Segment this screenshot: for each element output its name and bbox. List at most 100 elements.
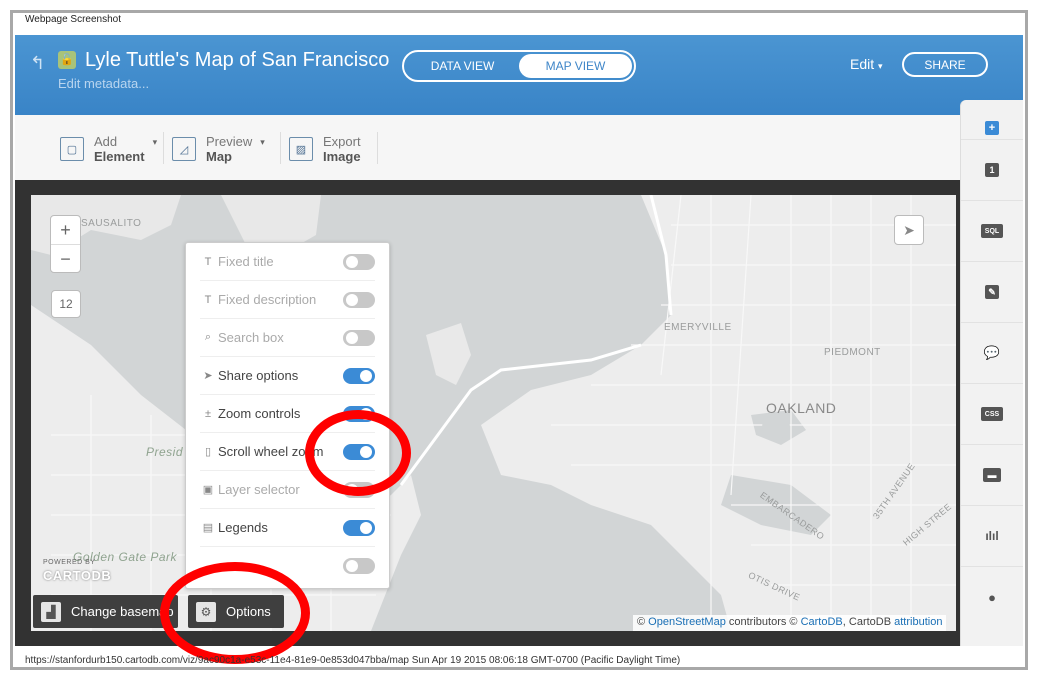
toggle-switch[interactable] <box>343 558 375 574</box>
change-basemap-label: Change basemap <box>71 604 174 619</box>
option-label: Search box <box>218 330 284 345</box>
sidebar-add-layer[interactable]: + <box>961 100 1023 140</box>
label-emeryville: EMERYVILLE <box>664 322 732 333</box>
sidebar-sql[interactable]: SQL <box>961 201 1023 262</box>
map-canvas[interactable]: SAUSALITO EMERYVILLE PIEDMONT OAKLAND Pr… <box>31 195 956 631</box>
sidebar-filters[interactable]: ılıl <box>961 506 1023 567</box>
caret-down-icon: ▾ <box>152 137 158 147</box>
attr-sep: , CartoDB <box>842 616 895 628</box>
cartodb-link[interactable]: CartoDB <box>801 616 843 628</box>
zoom-icon: ± <box>204 407 212 420</box>
toggle-switch[interactable] <box>343 253 375 270</box>
share-map-button[interactable]: ➤ <box>894 215 924 245</box>
preview-map-line1: Preview <box>206 134 253 149</box>
edit-menu-label: Edit <box>850 56 875 72</box>
logo-powered-by: POWERED BY <box>43 559 96 566</box>
toggle-switch[interactable] <box>343 291 375 308</box>
tab-map-view[interactable]: MAP VIEW <box>519 54 632 78</box>
option-fixed-description[interactable]: T Fixed description <box>200 281 375 319</box>
divider <box>280 132 281 164</box>
infowindow-icon: 💬 <box>983 345 1001 360</box>
label-oakland: OAKLAND <box>766 400 837 416</box>
wizard-brush-icon: ✎ <box>985 285 999 299</box>
divider <box>163 132 164 164</box>
layer-number-icon: 1 <box>985 163 999 177</box>
export-image-line1: Export <box>323 134 361 149</box>
osm-link[interactable]: OpenStreetMap <box>648 616 726 628</box>
map-toolbar: ▢ Add Element ▾ ◿ Preview Map ▾ ▨ Export Im… <box>15 115 960 180</box>
basemap-icon: ▟ <box>41 601 61 622</box>
caret-down-icon: ▾ <box>878 61 883 71</box>
option-fixed-title[interactable]: T Fixed title <box>200 243 375 281</box>
css-icon: CSS <box>981 407 1003 421</box>
divider <box>377 132 378 164</box>
option-label: Legends <box>218 520 268 535</box>
page-url-footer: https://stanfordurb150.cartodb.com/viz/9… <box>25 655 681 666</box>
sidebar-css[interactable]: CSS <box>961 384 1023 445</box>
view-toggle: DATA VIEW MAP VIEW <box>402 50 636 82</box>
layers-icon: ▣ <box>202 484 214 496</box>
screenshot-title: Webpage Screenshot <box>25 14 121 25</box>
back-arrow-icon[interactable]: ↰ <box>30 53 45 74</box>
filters-icon: ılıl <box>985 529 999 543</box>
map-attribution: © OpenStreetMap contributors © CartoDB, … <box>633 615 947 631</box>
legend-icon: ▬ <box>983 468 1001 482</box>
export-image-line2: Image <box>323 149 361 164</box>
highlight-circle <box>160 562 310 664</box>
description-icon: T <box>204 293 212 306</box>
label-sausalito: SAUSALITO <box>81 218 142 229</box>
zoom-out-button[interactable]: − <box>51 245 80 274</box>
option-share-options[interactable]: ➤ Share options <box>200 357 375 395</box>
preview-map-button[interactable]: ◿ Preview Map ▾ <box>172 133 265 165</box>
search-icon: ⌕ <box>204 331 212 343</box>
change-basemap-button[interactable]: ▟ Change basemap <box>33 595 178 628</box>
sidebar-legend[interactable]: ▬ <box>961 445 1023 506</box>
attr-middle: contributors © <box>725 616 801 628</box>
sidebar-wizard[interactable]: ✎ <box>961 262 1023 323</box>
highlight-circle <box>305 410 411 496</box>
zoom-in-button[interactable]: + <box>51 216 80 245</box>
add-element-line1: Add <box>94 134 118 149</box>
tab-data-view[interactable]: DATA VIEW <box>406 54 519 78</box>
add-layer-icon: + <box>985 121 999 135</box>
sidebar-layer-1[interactable]: 1 <box>961 140 1023 201</box>
map-title[interactable]: Lyle Tuttle's Map of San Francisco <box>85 49 389 72</box>
add-element-icon: ▢ <box>60 137 84 161</box>
toggle-switch[interactable] <box>343 519 375 536</box>
preview-map-line2: Map <box>206 149 232 164</box>
sidebar-infowindow[interactable]: 💬 <box>961 323 1023 384</box>
label-presidio: Presid <box>146 445 184 459</box>
share-button[interactable]: SHARE <box>902 52 988 77</box>
zoom-level: 12 <box>51 290 81 318</box>
edit-metadata-link[interactable]: Edit metadata... <box>58 76 149 91</box>
app-header: ↰ 🔓 Lyle Tuttle's Map of San Francisco E… <box>15 35 1023 115</box>
add-element-line2: Element <box>94 149 145 164</box>
toggle-switch[interactable] <box>343 329 375 346</box>
export-image-icon: ▨ <box>289 137 313 161</box>
add-marker-icon: ● <box>988 590 996 605</box>
attr-prefix: © <box>637 616 649 628</box>
cartodb-logo: POWERED BY CARTODB <box>43 559 112 583</box>
logo-text: CARTODB <box>43 568 112 583</box>
option-label: Share options <box>218 368 299 383</box>
option-legends[interactable]: ▤ Legends <box>200 509 375 547</box>
lock-icon[interactable]: 🔓 <box>58 51 76 69</box>
send-icon: ➤ <box>903 221 915 238</box>
zoom-control: + − <box>50 215 81 273</box>
share-icon: ➤ <box>203 370 213 382</box>
toggle-switch[interactable] <box>343 367 375 384</box>
sidebar-add-marker[interactable]: ● <box>961 567 1023 628</box>
add-element-button[interactable]: ▢ Add Element ▾ <box>60 133 157 165</box>
option-search-box[interactable]: ⌕ Search box <box>200 319 375 357</box>
title-icon: T <box>204 255 212 268</box>
edit-menu[interactable]: Edit ▾ <box>850 56 883 72</box>
sql-icon: SQL <box>981 224 1003 238</box>
option-label: Fixed description <box>218 292 317 307</box>
preview-map-icon: ◿ <box>172 137 196 161</box>
label-piedmont: PIEDMONT <box>824 347 881 358</box>
attribution-link[interactable]: attribution <box>894 616 942 628</box>
caret-down-icon: ▾ <box>260 137 265 147</box>
option-label: Fixed title <box>218 254 274 269</box>
export-image-button[interactable]: ▨ Export Image <box>289 133 361 165</box>
legend-icon: ▤ <box>202 522 214 534</box>
